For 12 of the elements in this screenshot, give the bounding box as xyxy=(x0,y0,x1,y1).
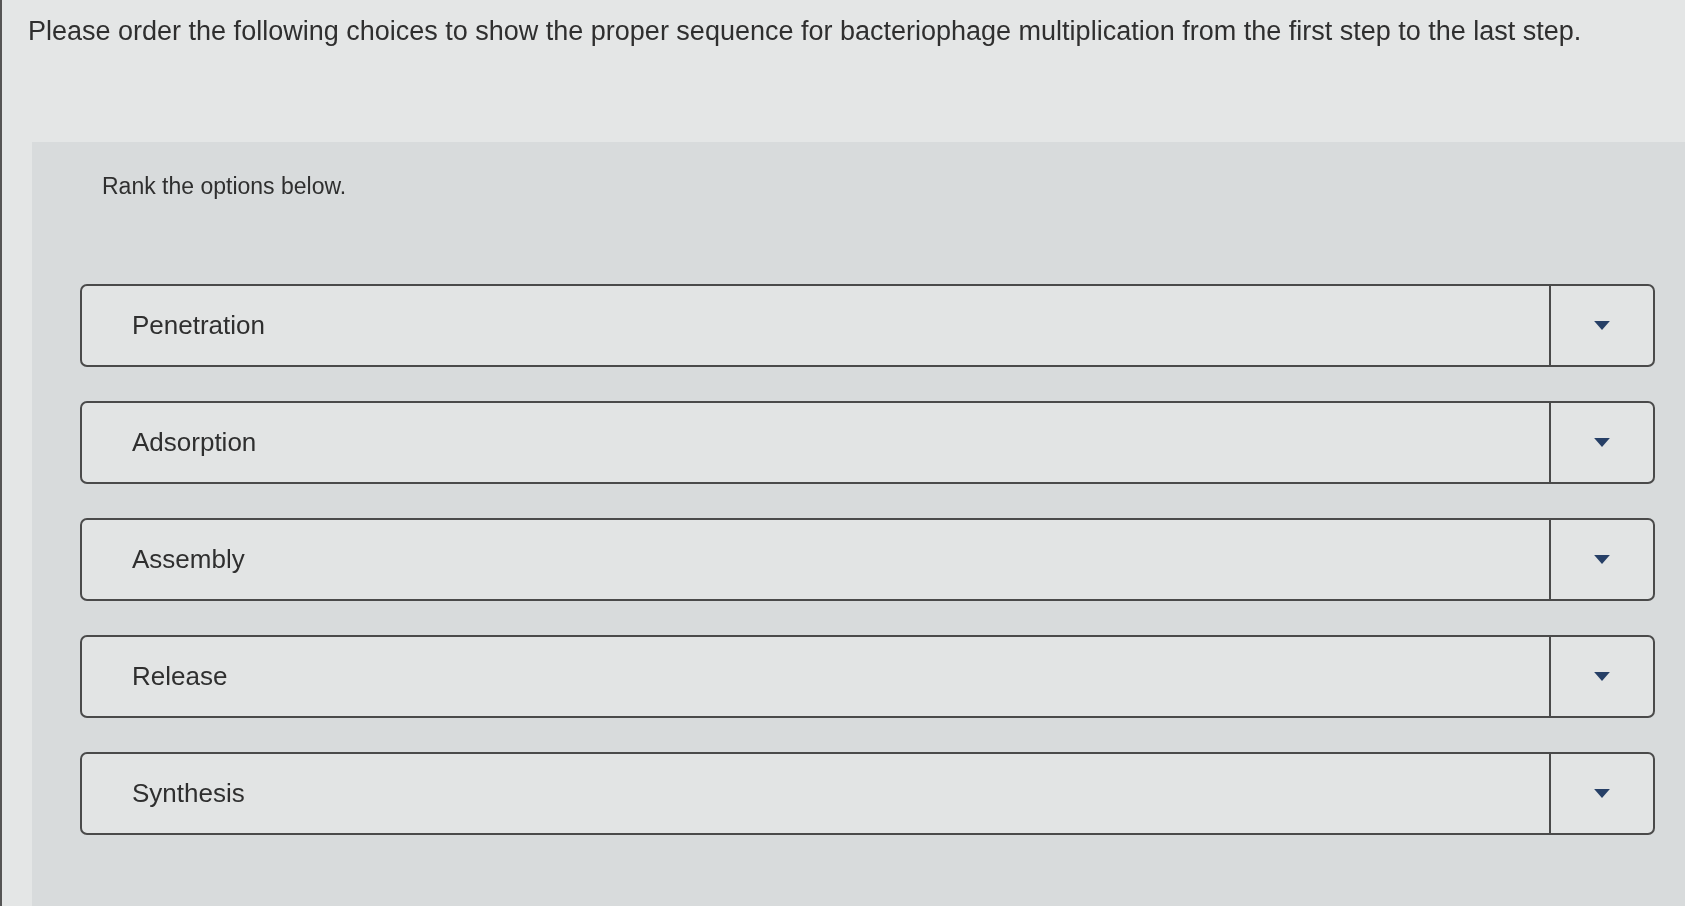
rank-dropdown[interactable]: Synthesis xyxy=(80,752,1655,835)
rank-dropdown[interactable]: Assembly xyxy=(80,518,1655,601)
caret-icon xyxy=(1594,555,1610,564)
caret-icon xyxy=(1594,438,1610,447)
rank-dropdown[interactable]: Release xyxy=(80,635,1655,718)
rank-dropdown[interactable]: Penetration xyxy=(80,284,1655,367)
caret-icon xyxy=(1594,789,1610,798)
rank-dropdown[interactable]: Adsorption xyxy=(80,401,1655,484)
caret-icon xyxy=(1594,321,1610,330)
question-text: Please order the following choices to show the proper sequence for bacteriophage multiplication from the first step to the last step. xyxy=(28,15,1582,48)
instruction-text: Rank the options below. xyxy=(102,172,347,201)
caret-icon xyxy=(1594,672,1610,681)
